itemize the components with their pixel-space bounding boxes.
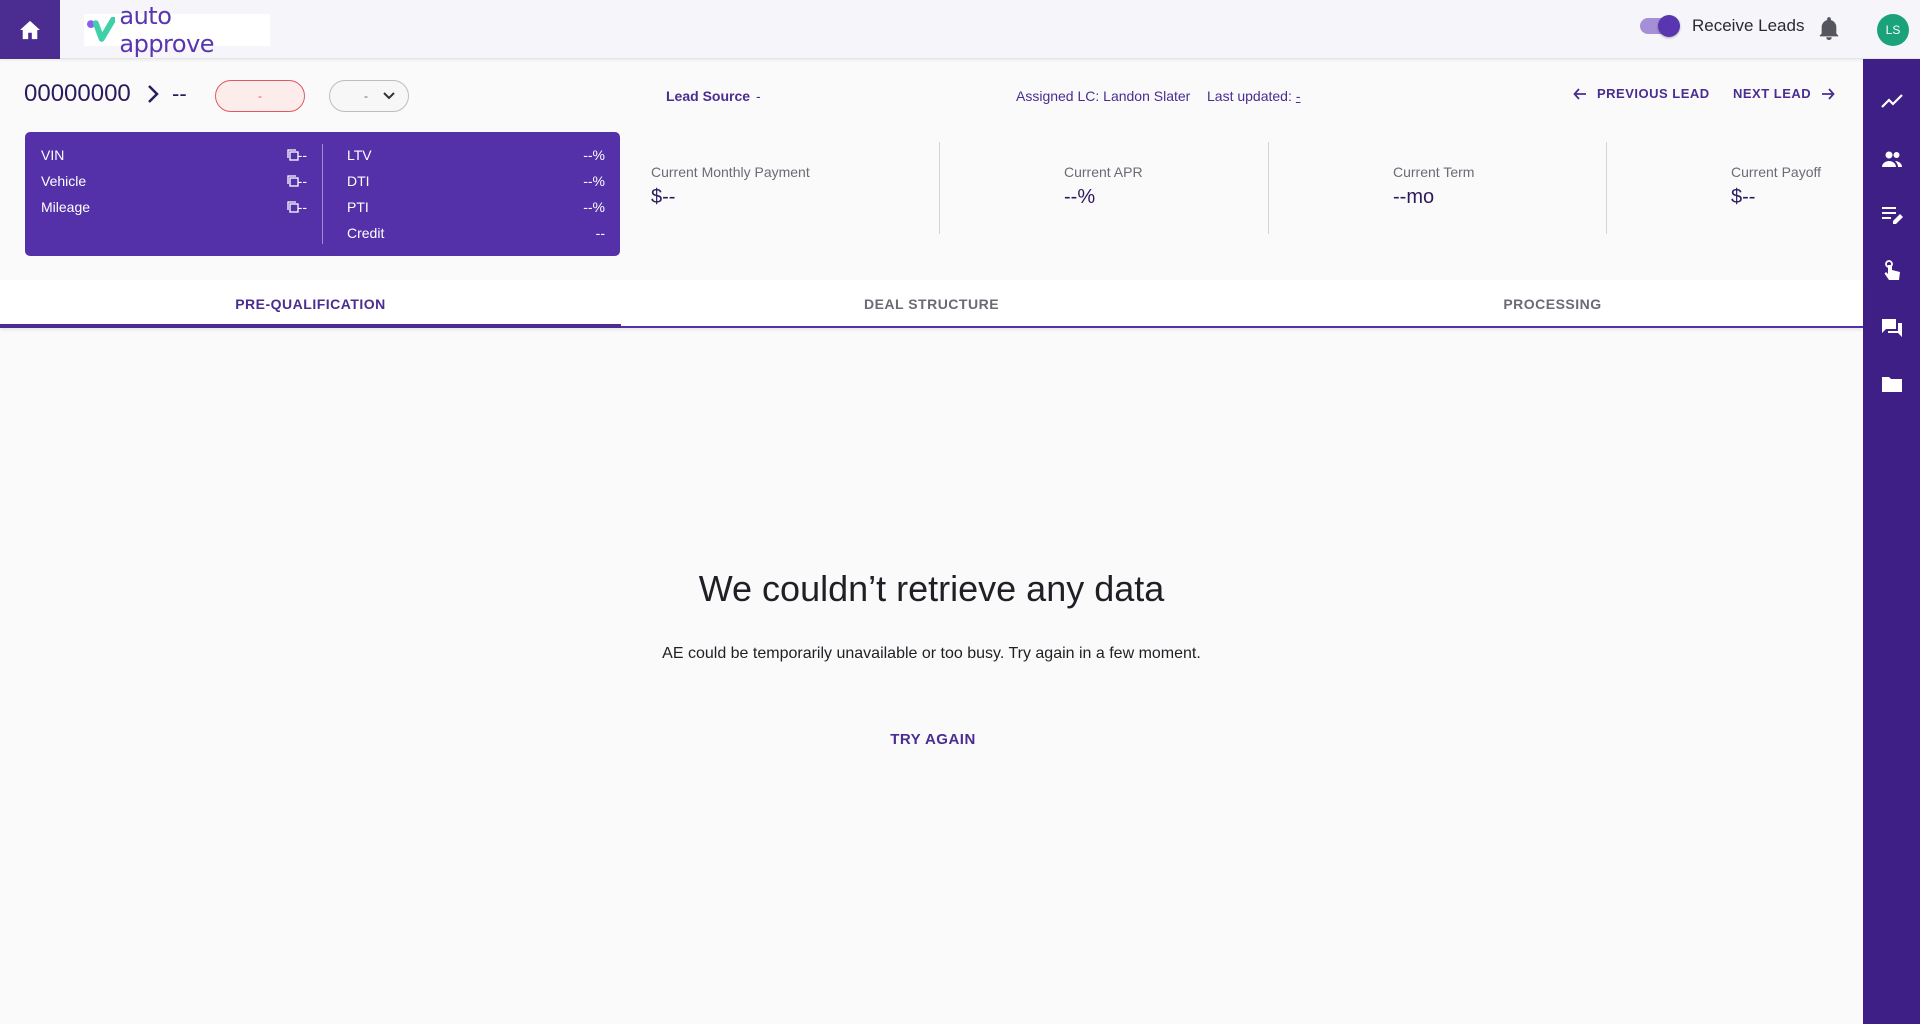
previous-lead-button[interactable]: PREVIOUS LEAD bbox=[1573, 86, 1710, 101]
card-label: Mileage bbox=[41, 199, 91, 215]
card-label-pti: PTI bbox=[347, 199, 369, 215]
lead-source-label: Lead Source bbox=[666, 88, 751, 104]
lead-id: 00000000 bbox=[24, 80, 131, 107]
arrow-left-icon bbox=[1573, 87, 1586, 100]
hand-pointer-icon[interactable] bbox=[1879, 258, 1905, 284]
lead-source-value: - bbox=[756, 88, 761, 104]
right-sidebar bbox=[1863, 59, 1920, 1024]
metric-value: --% bbox=[1064, 186, 1096, 208]
assigned-lc: Assigned LC: Landon Slater bbox=[1016, 88, 1191, 104]
lead-select[interactable]: - bbox=[329, 80, 409, 112]
card-label-ltv: LTV bbox=[347, 147, 372, 163]
empty-state-subtitle: AE could be temporarily unavailable or t… bbox=[662, 645, 1201, 662]
toggle-switch[interactable] bbox=[1640, 15, 1680, 37]
tab-pre-qualification[interactable]: PRE-QUALIFICATION bbox=[0, 280, 621, 328]
arrow-right-icon bbox=[1822, 87, 1835, 100]
metric-apr: Current APR --% bbox=[1064, 164, 1143, 209]
metric-term: Current Term --mo bbox=[1393, 164, 1474, 209]
lead-name: -- bbox=[172, 81, 187, 106]
copy-icon[interactable] bbox=[287, 201, 299, 213]
tab-processing[interactable]: PROCESSING bbox=[1242, 280, 1863, 328]
lead-select-value: - bbox=[364, 89, 368, 103]
card-value-dti: --% bbox=[583, 173, 605, 189]
top-bar: auto approve Receive Leads LS bbox=[0, 0, 1920, 59]
card-label: Vehicle bbox=[41, 173, 87, 189]
next-lead-label: NEXT LEAD bbox=[1733, 86, 1812, 101]
metric-monthly-payment: Current Monthly Payment $-- bbox=[651, 164, 810, 209]
lead-source: Lead Source - bbox=[666, 88, 761, 104]
try-again-button[interactable]: TRY AGAIN bbox=[880, 724, 986, 754]
metric-label: Current Payoff bbox=[1731, 164, 1822, 180]
card-value-pti: --% bbox=[583, 199, 605, 215]
metric-label: Current Term bbox=[1393, 164, 1475, 180]
card-value: -- bbox=[297, 147, 307, 163]
folder-icon[interactable] bbox=[1879, 371, 1905, 397]
last-updated-label: Last updated: bbox=[1207, 88, 1292, 104]
metric-label: Current Monthly Payment bbox=[651, 164, 810, 180]
chevron-right-icon bbox=[148, 85, 159, 103]
people-icon[interactable] bbox=[1879, 146, 1905, 172]
metric-value: $-- bbox=[1731, 186, 1756, 208]
tab-indicator bbox=[0, 324, 621, 328]
vehicle-info-card: VIN -- Vehicle -- Mileage -- LTV --% DTI… bbox=[25, 132, 620, 256]
bell-icon[interactable] bbox=[1818, 16, 1840, 42]
card-value: -- bbox=[297, 199, 307, 215]
previous-lead-label: PREVIOUS LEAD bbox=[1597, 86, 1710, 101]
card-label-dti: DTI bbox=[347, 173, 370, 189]
tab-deal-structure[interactable]: DEAL STRUCTURE bbox=[621, 280, 1242, 328]
chevron-down-icon bbox=[383, 92, 395, 100]
metric-label: Current APR bbox=[1064, 164, 1143, 180]
copy-icon[interactable] bbox=[287, 149, 299, 161]
edit-list-icon[interactable] bbox=[1879, 202, 1905, 228]
chat-icon[interactable] bbox=[1879, 315, 1905, 341]
logo[interactable]: auto approve bbox=[84, 2, 270, 58]
status-badge[interactable]: - bbox=[215, 80, 305, 112]
card-label: VIN bbox=[41, 147, 65, 163]
avatar[interactable]: LS bbox=[1877, 14, 1909, 46]
metric-value: $-- bbox=[651, 186, 676, 208]
metric-divider bbox=[1268, 142, 1269, 234]
trend-icon[interactable] bbox=[1879, 89, 1905, 115]
tab-bar: PRE-QUALIFICATION DEAL STRUCTURE PROCESS… bbox=[0, 280, 1863, 328]
metric-divider bbox=[939, 142, 940, 234]
empty-state-title: We couldn’t retrieve any data bbox=[698, 568, 1165, 609]
toggle-knob bbox=[1658, 15, 1680, 37]
receive-leads-label: Receive Leads bbox=[1692, 16, 1805, 35]
logo-text: auto approve bbox=[119, 2, 215, 58]
copy-icon[interactable] bbox=[287, 175, 299, 187]
card-value-credit: -- bbox=[595, 225, 605, 241]
home-icon bbox=[20, 20, 40, 39]
logo-mark-icon bbox=[86, 17, 116, 42]
metric-value: --mo bbox=[1393, 186, 1435, 208]
metric-divider bbox=[1606, 142, 1607, 234]
home-button[interactable] bbox=[0, 0, 60, 59]
card-divider bbox=[322, 144, 323, 244]
card-value-ltv: --% bbox=[583, 147, 605, 163]
last-updated: Last updated: - bbox=[1207, 88, 1301, 104]
card-label-credit: Credit bbox=[347, 225, 385, 241]
next-lead-button[interactable]: NEXT LEAD bbox=[1733, 86, 1835, 101]
last-updated-value[interactable]: - bbox=[1296, 88, 1301, 104]
receive-leads-toggle[interactable]: Receive Leads bbox=[1640, 15, 1805, 37]
card-value: -- bbox=[297, 173, 307, 189]
metric-payoff: Current Payoff $-- bbox=[1731, 164, 1821, 209]
